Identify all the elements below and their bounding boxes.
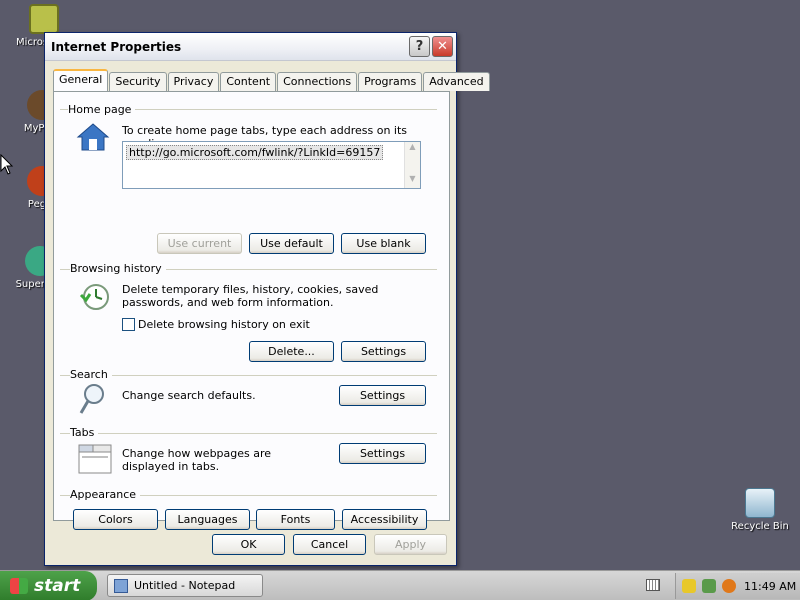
use-blank-button[interactable]: Use blank <box>341 233 426 254</box>
delete-history-on-exit-checkbox[interactable] <box>122 318 135 331</box>
scroll-up-icon: ▲ <box>409 142 416 151</box>
colors-button[interactable]: Colors <box>73 509 158 530</box>
tab-security[interactable]: Security <box>109 72 167 91</box>
home-page-url-text: http://go.microsoft.com/fwlink/?LinkId=6… <box>126 145 384 160</box>
desktop-icon-label: Recycle Bin <box>731 521 789 532</box>
browsing-history-settings-button[interactable]: Settings <box>341 341 426 362</box>
languages-button[interactable]: Languages <box>165 509 250 530</box>
window-title: Internet Properties <box>51 39 182 54</box>
taskbar: start Untitled - Notepad 11:49 AM <box>0 570 800 600</box>
security-shield-icon[interactable] <box>682 579 696 593</box>
house-icon <box>76 123 110 151</box>
accessibility-button[interactable]: Accessibility <box>342 509 427 530</box>
system-tray: 11:49 AM <box>675 573 800 599</box>
tabs-icon <box>78 444 112 474</box>
taskbar-item-notepad[interactable]: Untitled - Notepad <box>107 574 263 597</box>
tabs-settings-button[interactable]: Settings <box>339 443 426 464</box>
notepad-icon <box>114 578 128 593</box>
title-bar[interactable]: Internet Properties ? ✕ <box>45 33 456 61</box>
general-tab-panel: Home page To create home page tabs, type… <box>53 91 450 530</box>
home-page-heading: Home page <box>68 103 136 116</box>
recycle-bin-icon <box>745 488 775 518</box>
search-heading: Search <box>70 368 112 381</box>
windows-logo-icon <box>10 578 28 594</box>
tabs-heading: Tabs <box>70 426 99 439</box>
home-page-url-field[interactable]: http://go.microsoft.com/fwlink/?LinkId=6… <box>122 141 421 189</box>
start-label: start <box>34 576 81 596</box>
tab-content[interactable]: Content <box>220 72 277 91</box>
tab-general[interactable]: General <box>53 69 109 91</box>
close-button[interactable]: ✕ <box>432 36 453 57</box>
scroll-down-icon: ▼ <box>409 174 416 183</box>
mouse-cursor-icon <box>0 154 14 175</box>
history-clock-icon <box>79 284 109 310</box>
network-icon[interactable] <box>702 579 716 593</box>
outlook-icon <box>29 4 59 34</box>
search-description: Change search defaults. <box>122 389 256 402</box>
search-settings-button[interactable]: Settings <box>339 385 426 406</box>
tab-connections[interactable]: Connections <box>277 72 358 91</box>
help-button[interactable]: ? <box>409 36 430 57</box>
tabs-description: Change how webpages are displayed in tab… <box>122 447 272 473</box>
tab-strip: General Security Privacy Content Connect… <box>53 69 491 91</box>
delete-button[interactable]: Delete... <box>249 341 334 362</box>
keyboard-icon[interactable] <box>646 579 660 591</box>
appearance-heading: Appearance <box>70 488 141 501</box>
taskbar-item-label: Untitled - Notepad <box>134 579 236 592</box>
search-tray-icon[interactable] <box>722 579 736 593</box>
browsing-history-heading: Browsing history <box>70 262 166 275</box>
tab-privacy[interactable]: Privacy <box>167 72 220 91</box>
clock[interactable]: 11:49 AM <box>744 580 796 593</box>
fonts-button[interactable]: Fonts <box>256 509 335 530</box>
use-default-button[interactable]: Use default <box>249 233 334 254</box>
divider <box>60 433 437 434</box>
cancel-button[interactable]: Cancel <box>293 534 366 555</box>
tab-advanced[interactable]: Advanced <box>423 72 490 91</box>
browsing-history-description: Delete temporary files, history, cookies… <box>122 283 379 309</box>
url-scrollbar[interactable]: ▲ ▼ <box>404 142 420 188</box>
divider <box>60 375 437 376</box>
delete-history-on-exit-label[interactable]: Delete browsing history on exit <box>138 318 310 331</box>
use-current-button[interactable]: Use current <box>157 233 242 254</box>
tab-programs[interactable]: Programs <box>358 72 423 91</box>
apply-button[interactable]: Apply <box>374 534 447 555</box>
desktop-icon-recycle-bin[interactable]: Recycle Bin <box>728 488 792 532</box>
start-button[interactable]: start <box>0 571 97 600</box>
internet-properties-dialog: Internet Properties ? ✕ General Security… <box>44 32 490 566</box>
magnifier-icon <box>79 384 104 414</box>
ok-button[interactable]: OK <box>212 534 285 555</box>
